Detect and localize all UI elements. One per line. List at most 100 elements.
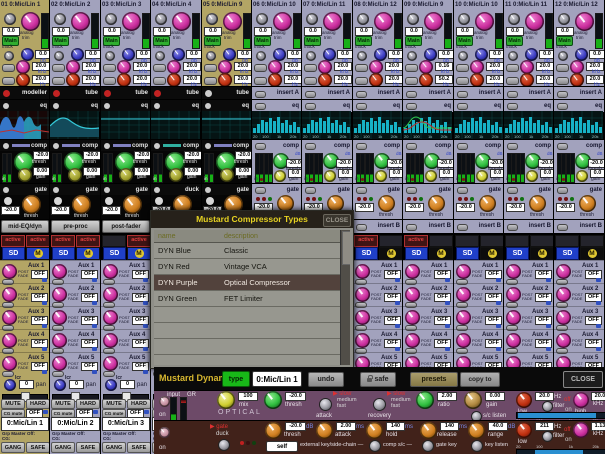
comp-gain-knob[interactable] [576,170,588,182]
eq-graph[interactable]: 201001k20k [302,111,352,139]
presets-button[interactable]: presets [410,372,458,387]
lpf-knob[interactable] [520,73,534,87]
recovery-option-fast[interactable]: fast [391,404,400,410]
small-button[interactable] [406,91,417,98]
ratio-value[interactable]: 2.00 [437,392,457,401]
aux-knob[interactable] [506,333,521,348]
analog-gain-knob[interactable] [21,12,40,31]
comp-gain-knob[interactable] [464,391,482,409]
sd-button[interactable]: SD [103,247,126,260]
small-button[interactable] [304,64,317,72]
channel-header[interactable]: 10 0:Mic/Lin 10 [454,0,503,11]
insert-row[interactable]: insert A [454,86,503,100]
hpf-knob[interactable] [268,60,282,74]
small-button[interactable] [204,64,217,72]
insert-row[interactable]: tube [202,86,251,100]
comp-high-value[interactable]: 20.0 [591,392,605,401]
small-button[interactable] [507,224,518,231]
small-button[interactable] [456,64,469,72]
gate-thresh-value[interactable]: -20.0 [405,203,424,212]
aux-knob[interactable] [355,333,370,348]
input-select-knob[interactable] [4,13,16,25]
gate-key-button[interactable] [422,440,434,452]
hpf-knob[interactable] [66,60,80,74]
analog-gain-knob[interactable] [525,12,544,31]
comp-gain-knob[interactable] [18,168,32,182]
track-knob[interactable] [256,51,266,61]
hpf-knob[interactable] [419,60,433,74]
aux-knob[interactable] [556,310,571,325]
insert-b-row[interactable]: insert B [454,219,503,234]
small-button[interactable] [255,187,266,194]
aux-knob[interactable] [52,287,67,302]
undo-button[interactable]: undo [308,372,344,387]
small-button[interactable] [356,143,367,150]
analog-gain-knob[interactable] [475,12,494,31]
hpf-knob[interactable] [318,60,332,74]
comp-sc-button[interactable] [369,440,381,452]
input-select-knob[interactable] [508,13,520,25]
hpf-knob[interactable] [470,60,484,74]
small-button[interactable] [254,64,267,72]
analog-gain-knob[interactable] [374,12,393,31]
hpf-knob[interactable] [570,60,584,74]
small-button[interactable] [507,91,518,98]
hard-button[interactable]: HARD [127,399,150,409]
track-knob[interactable] [508,51,518,61]
small-button[interactable] [255,103,266,110]
comp-gain-knob[interactable] [220,168,234,182]
aux-knob[interactable] [52,356,67,371]
recovery-selector-button[interactable] [373,398,386,411]
sd-button[interactable]: SD [405,247,428,260]
gate-high-value[interactable]: 1.13 [591,422,605,431]
dialog-empty-row[interactable] [154,339,340,355]
analog-gain-knob[interactable] [223,12,242,31]
input-select-knob[interactable] [357,13,369,25]
insert-row[interactable]: insert A [252,86,301,100]
analog-gain-knob[interactable] [122,12,141,31]
track-knob[interactable] [357,51,367,61]
pan-knob[interactable] [105,379,117,391]
insert-row[interactable]: insert A [353,86,402,100]
mute-button[interactable]: MUTE [1,399,25,409]
analog-gain-knob[interactable] [273,12,292,31]
mustard-button[interactable]: M [480,247,503,260]
small-button[interactable] [355,64,368,72]
aux-knob[interactable] [103,310,118,325]
active-button[interactable]: active [26,235,49,247]
comp-low-value[interactable]: 20.0 [535,392,554,401]
channel-header[interactable]: 09 0:Mic/Lin 9 [403,0,453,11]
pan-knob[interactable] [54,379,66,391]
small-button[interactable] [406,143,417,150]
small-button[interactable] [557,103,568,110]
aux-knob[interactable] [2,333,17,348]
aux-knob[interactable] [405,287,420,302]
small-button[interactable] [406,103,417,110]
small-button[interactable] [2,77,15,85]
channel-header[interactable]: 02 0:Mic/Lin 2 [50,0,100,11]
dialog-scrollbar[interactable] [340,230,350,365]
gate-release-value[interactable]: 140 [440,422,459,431]
small-button[interactable] [507,143,518,150]
attack-selector-button[interactable] [319,398,332,411]
copy-to-button[interactable]: copy to [460,372,500,387]
channel-header[interactable]: 03 0:Mic/Lin 3 [101,0,150,11]
analog-gain-knob[interactable] [323,12,342,31]
small-button[interactable] [457,103,468,110]
input-select-knob[interactable] [155,13,167,25]
analog-gain-value[interactable]: 0.0 [556,27,574,36]
track-knob[interactable] [458,51,468,61]
analog-gain-knob[interactable] [424,12,443,31]
small-button[interactable] [457,91,468,98]
pan-value[interactable]: 0 [19,380,34,389]
hard-button[interactable]: HARD [76,399,100,409]
gate-thresh-knob[interactable] [22,195,41,214]
gate-hold-value[interactable]: 140 [386,422,405,431]
lpf-knob[interactable] [470,73,484,87]
mustard-button[interactable]: M [76,247,100,260]
track-knob[interactable] [206,51,216,61]
gate-thresh-knob[interactable] [123,195,142,214]
track-knob[interactable] [407,51,417,61]
gate-thresh-knob[interactable] [479,195,496,212]
gate-attack-value[interactable]: 2.00 [336,422,356,431]
